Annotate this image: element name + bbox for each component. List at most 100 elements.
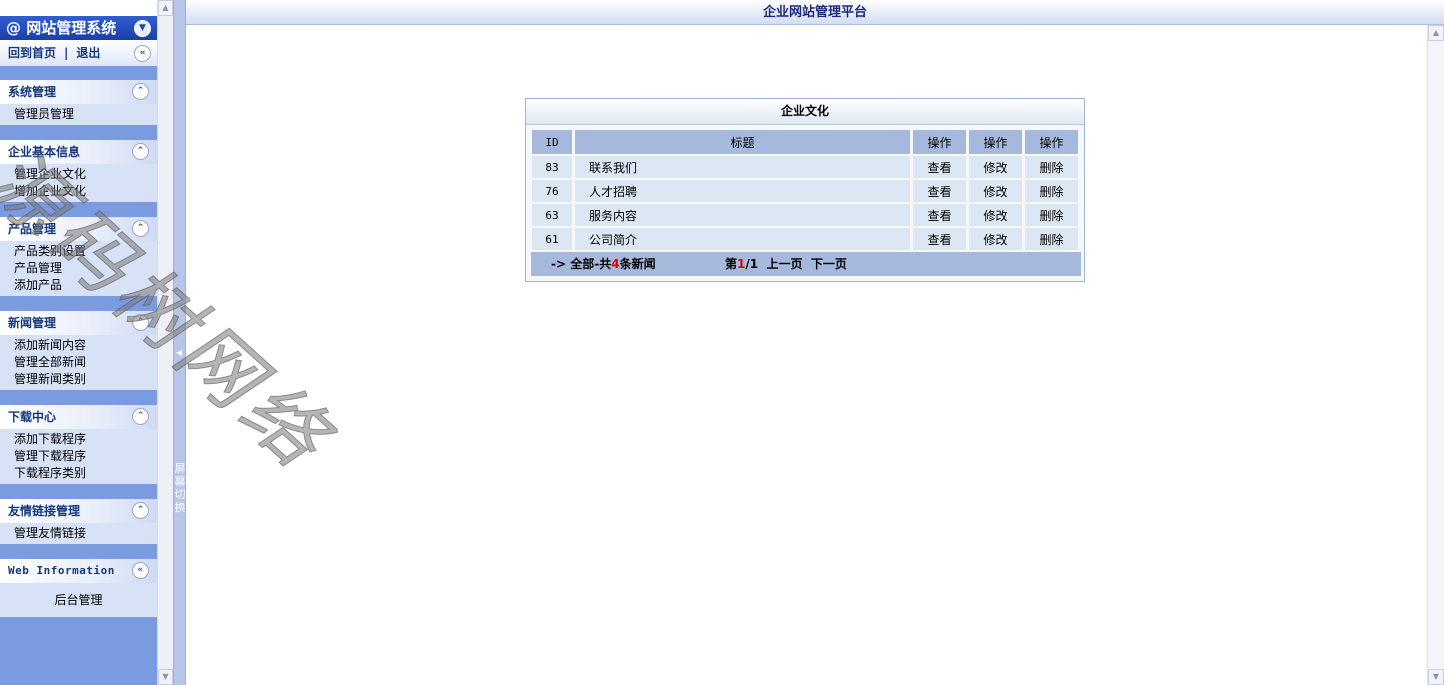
scroll-up-icon[interactable]: ▲ <box>1428 25 1444 41</box>
menu-title-downloads[interactable]: 下载中心 ⌃ <box>0 405 157 429</box>
delete-link[interactable]: 删除 <box>1025 156 1078 178</box>
menu-title-news[interactable]: 新闻管理 ⌃ <box>0 311 157 335</box>
menu-title-label: 产品管理 <box>8 222 57 236</box>
total-count: 4 <box>611 257 620 271</box>
table-row: 83 联系我们 查看 修改 删除 <box>532 156 1078 178</box>
edit-link[interactable]: 修改 <box>969 180 1022 202</box>
menu-item-manage-links[interactable]: 管理友情链接 <box>14 525 157 542</box>
menu-items-company-info: 管理企业文化 增加企业文化 <box>0 164 157 202</box>
view-link[interactable]: 查看 <box>913 204 966 226</box>
delete-link[interactable]: 删除 <box>1025 180 1078 202</box>
menu-item-admin-manage[interactable]: 管理员管理 <box>14 106 157 123</box>
double-chevron-up-icon[interactable]: ⌃ <box>132 502 149 519</box>
left-scrollbar[interactable]: ▲ ▼ <box>157 0 173 685</box>
menu-title-products[interactable]: 产品管理 ⌃ <box>0 217 157 241</box>
column-header-action-delete: 操作 <box>1025 130 1078 154</box>
scroll-down-icon[interactable]: ▼ <box>158 669 173 685</box>
main-scrollbar[interactable]: ▲ ▼ <box>1427 25 1444 685</box>
menu-item-add-news[interactable]: 添加新闻内容 <box>14 337 157 354</box>
edit-link[interactable]: 修改 <box>969 228 1022 250</box>
menu-group-links: 友情链接管理 ⌃ 管理友情链接 <box>0 499 157 544</box>
menu-items-links: 管理友情链接 <box>0 523 157 544</box>
total-prefix: -> 全部-共 <box>551 257 612 271</box>
total-count-text: -> 全部-共4条新闻 <box>551 252 656 276</box>
main-title-bar: 企业网站管理平台 <box>186 0 1444 25</box>
logout-link[interactable]: 退出 <box>76 46 100 60</box>
collapse-all-icon[interactable]: ▼ <box>134 20 151 37</box>
scroll-down-icon[interactable]: ▼ <box>1428 669 1444 685</box>
next-page-link[interactable]: 下一页 <box>811 257 847 271</box>
frame-splitter[interactable]: ◀ 屏幕切换 <box>173 0 186 685</box>
menu-item-product-manage[interactable]: 产品管理 <box>14 260 157 277</box>
table-row: 76 人才招聘 查看 修改 删除 <box>532 180 1078 202</box>
menu-item-add-culture[interactable]: 增加企业文化 <box>14 183 157 200</box>
menu-title-company-info[interactable]: 企业基本信息 ⌃ <box>0 140 157 164</box>
page-prefix: 第 <box>725 257 738 271</box>
menu-item-add-download[interactable]: 添加下载程序 <box>14 431 157 448</box>
column-header-action-view: 操作 <box>913 130 966 154</box>
view-link[interactable]: 查看 <box>913 180 966 202</box>
system-header: @ 网站管理系统 ▼ <box>0 16 157 40</box>
prev-page-link[interactable]: 上一页 <box>766 257 802 271</box>
menu-item-news-category[interactable]: 管理新闻类别 <box>14 371 157 388</box>
menu-item-add-product[interactable]: 添加产品 <box>14 277 157 294</box>
web-info-group: Web Information « 后台管理 <box>0 559 157 617</box>
table-row: 63 服务内容 查看 修改 删除 <box>532 204 1078 226</box>
menu-title-label: 友情链接管理 <box>8 504 81 518</box>
menu-group-system: 系统管理 ⌃ 管理员管理 <box>0 80 157 125</box>
delete-link[interactable]: 删除 <box>1025 204 1078 226</box>
menu-title-label: 新闻管理 <box>8 316 57 330</box>
menu-title-system[interactable]: 系统管理 ⌃ <box>0 80 157 104</box>
pager-row: -> 全部-共4条新闻 第1/1 上一页 下一页 <box>531 252 1081 276</box>
menu-item-download-category[interactable]: 下载程序类别 <box>14 465 157 482</box>
edit-link[interactable]: 修改 <box>969 204 1022 226</box>
column-header-id: ID <box>532 130 572 154</box>
double-chevron-up-icon[interactable]: ⌃ <box>132 314 149 331</box>
menu-items-products: 产品类别设置 产品管理 添加产品 <box>0 241 157 296</box>
menu-items-downloads: 添加下载程序 管理下载程序 下载程序类别 <box>0 429 157 484</box>
double-chevron-left-icon[interactable]: « <box>134 45 151 62</box>
menu-item-manage-download[interactable]: 管理下载程序 <box>14 448 157 465</box>
menu-items-system: 管理员管理 <box>0 104 157 125</box>
menu-item-manage-culture[interactable]: 管理企业文化 <box>14 166 157 183</box>
table-header-row: ID 标题 操作 操作 操作 <box>532 130 1078 154</box>
scroll-up-icon[interactable]: ▲ <box>158 0 173 16</box>
screen-switch-label[interactable]: 屏幕切换 <box>174 462 186 514</box>
menu-title-links[interactable]: 友情链接管理 ⌃ <box>0 499 157 523</box>
left-frame: @ 网站管理系统 ▼ 回到首页 | 退出 « 系统管理 ⌃ 管理员管理 企业基本信息… <box>0 0 173 685</box>
menu-item-manage-news[interactable]: 管理全部新闻 <box>14 354 157 371</box>
menu-group-downloads: 下载中心 ⌃ 添加下载程序 管理下载程序 下载程序类别 <box>0 405 157 484</box>
delete-link[interactable]: 删除 <box>1025 228 1078 250</box>
view-link[interactable]: 查看 <box>913 156 966 178</box>
page-title: 企业网站管理平台 <box>762 5 867 20</box>
menu-title-label: 下载中心 <box>8 410 57 424</box>
cell-title: 服务内容 <box>575 204 910 226</box>
total-suffix: 条新闻 <box>619 257 656 271</box>
panel-title: 企业文化 <box>526 99 1084 125</box>
cell-id: 63 <box>532 204 572 226</box>
home-row: 回到首页 | 退出 « <box>0 40 157 66</box>
menu-group-products: 产品管理 ⌃ 产品类别设置 产品管理 添加产品 <box>0 217 157 296</box>
double-chevron-up-icon[interactable]: ⌃ <box>132 408 149 425</box>
left-menu: @ 网站管理系统 ▼ 回到首页 | 退出 « 系统管理 ⌃ 管理员管理 企业基本信息… <box>0 0 157 685</box>
home-link[interactable]: 回到首页 <box>8 46 56 60</box>
view-link[interactable]: 查看 <box>913 228 966 250</box>
triangle-left-icon[interactable]: ◀ <box>176 348 182 357</box>
double-chevron-up-icon[interactable]: ⌃ <box>132 143 149 160</box>
menu-group-company-info: 企业基本信息 ⌃ 管理企业文化 增加企业文化 <box>0 140 157 202</box>
web-info-body: 后台管理 <box>0 583 157 617</box>
menu-title-label: 企业基本信息 <box>8 145 81 159</box>
cell-title: 联系我们 <box>575 156 910 178</box>
cell-id: 83 <box>532 156 572 178</box>
column-header-title: 标题 <box>575 130 910 154</box>
separator: | <box>64 46 69 60</box>
edit-link[interactable]: 修改 <box>969 156 1022 178</box>
double-chevron-up-icon[interactable]: ⌃ <box>132 220 149 237</box>
double-chevron-left-icon[interactable]: « <box>132 562 149 579</box>
web-info-title[interactable]: Web Information « <box>0 559 157 583</box>
cell-title: 公司简介 <box>575 228 910 250</box>
page-indicator: 第1/1 上一页 下一页 <box>725 252 847 276</box>
menu-item-product-category[interactable]: 产品类别设置 <box>14 243 157 260</box>
system-title: @ 网站管理系统 <box>6 19 117 37</box>
double-chevron-up-icon[interactable]: ⌃ <box>132 83 149 100</box>
